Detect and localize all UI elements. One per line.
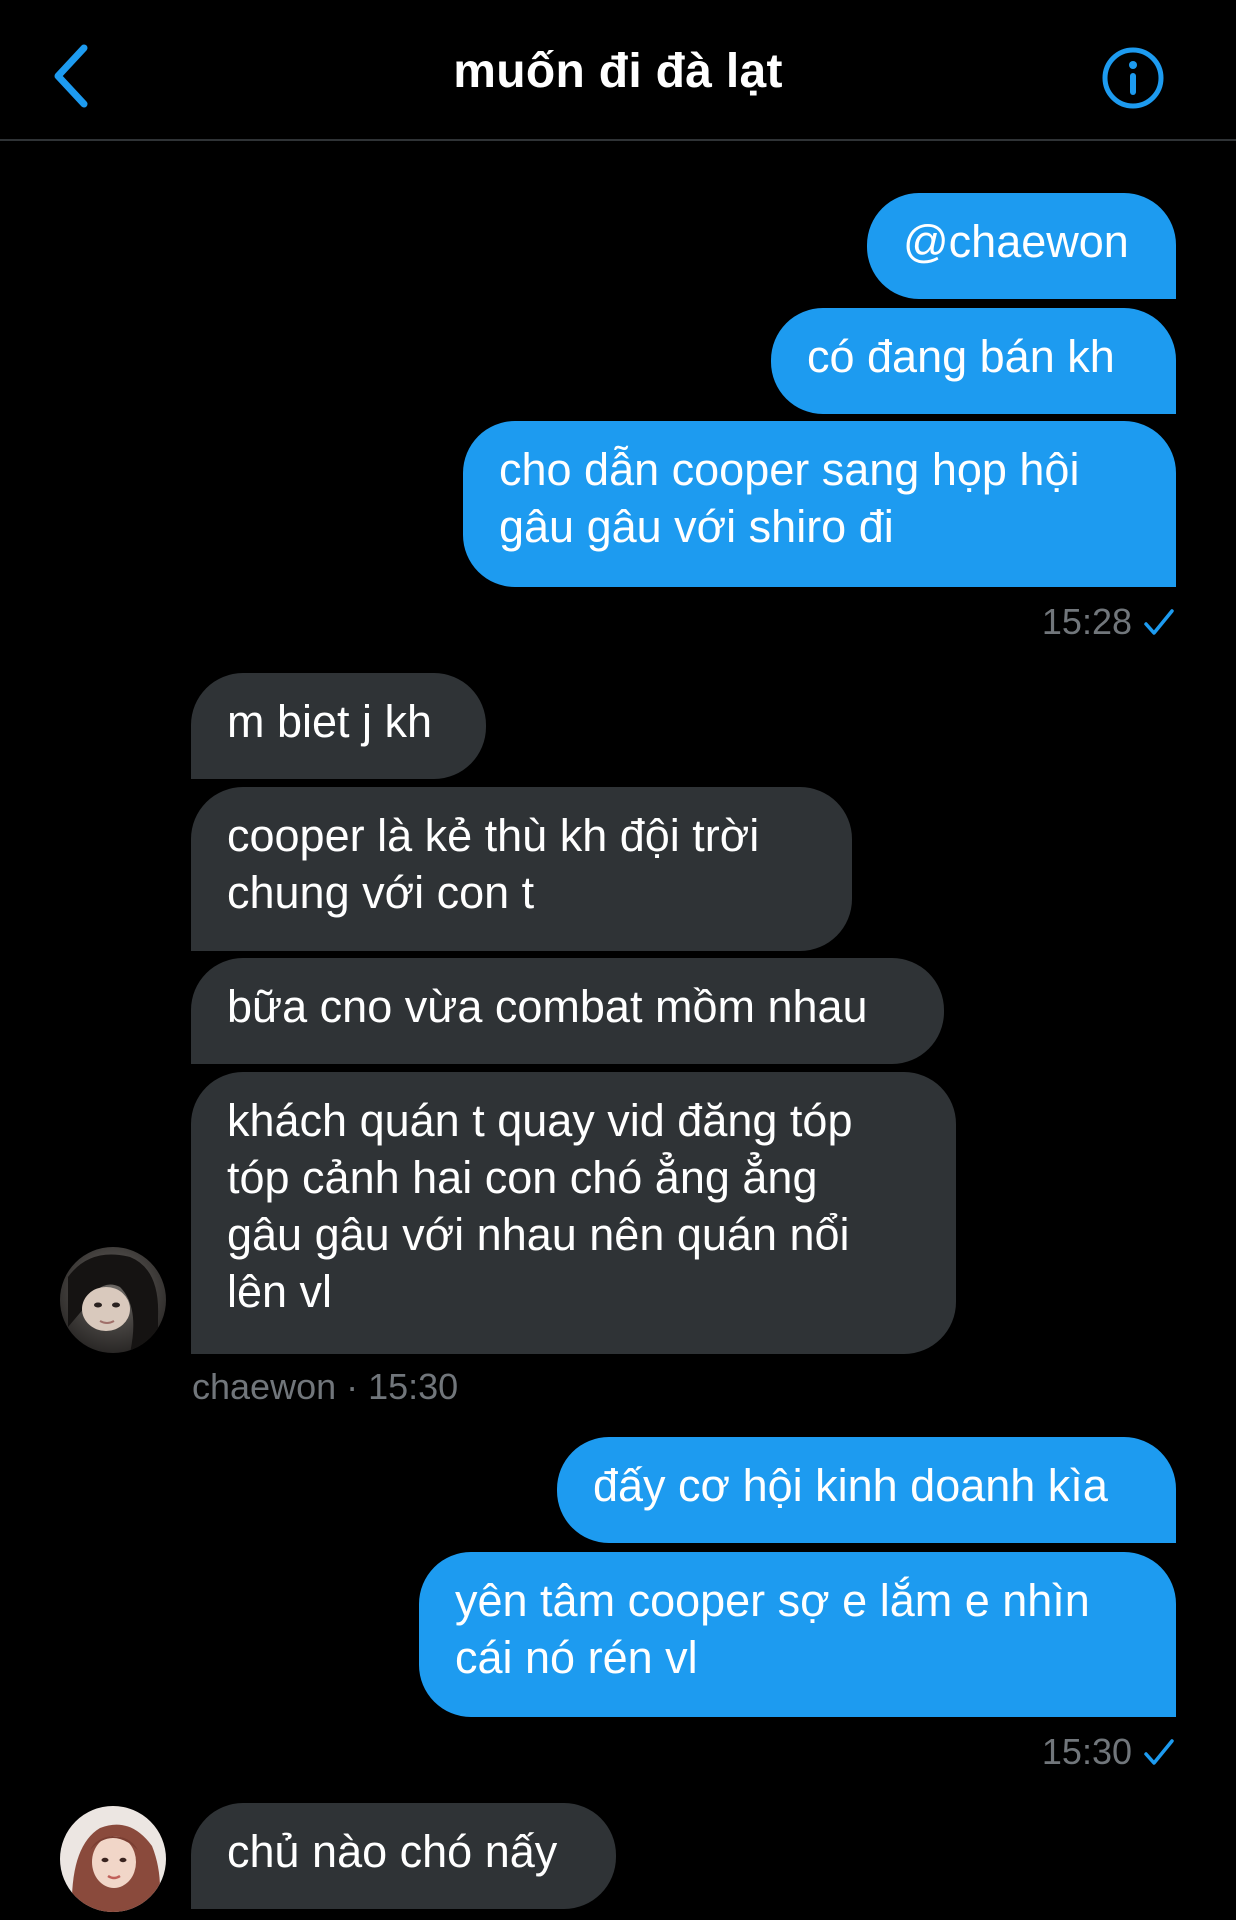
conversation-header: muốn đi đà lạt: [0, 0, 1236, 141]
message-bubble-incoming[interactable]: cooper là kẻ thù kh đội trời chung với c…: [191, 787, 852, 951]
message-bubble-incoming[interactable]: bữa cno vừa combat mồm nhau: [191, 958, 944, 1064]
message-bubble-outgoing[interactable]: có đang bán kh: [771, 308, 1176, 414]
message-bubble-outgoing[interactable]: cho dẫn cooper sang họp hội gâu gâu với …: [463, 421, 1176, 587]
avatar[interactable]: [60, 1247, 166, 1353]
info-circle-icon: [1102, 47, 1164, 109]
avatar-image: [60, 1806, 166, 1912]
conversation-title: muốn đi đà lạt: [453, 45, 783, 98]
message-timestamp: 15:28: [1042, 601, 1176, 643]
message-bubble-outgoing[interactable]: đấy cơ hội kinh doanh kìa: [557, 1437, 1176, 1543]
avatar-image: [60, 1247, 166, 1353]
timestamp-text: 15:30: [1041, 1731, 1132, 1772]
timestamp-text: 15:28: [1041, 601, 1132, 642]
message-bubble-incoming[interactable]: khách quán t quay vid đăng tóp tóp cảnh …: [191, 1072, 956, 1354]
message-bubble-incoming[interactable]: chủ nào chó nấy: [191, 1803, 616, 1909]
checkmark-icon: [1144, 1739, 1174, 1765]
checkmark-icon: [1144, 609, 1174, 635]
message-bubble-outgoing[interactable]: @chaewon: [867, 193, 1176, 299]
avatar[interactable]: [60, 1806, 166, 1912]
message-timestamp: 15:30: [1042, 1731, 1176, 1773]
message-bubble-outgoing[interactable]: yên tâm cooper sợ e lắm e nhìn cái nó ré…: [419, 1552, 1176, 1717]
message-bubble-incoming[interactable]: m biet j kh: [191, 673, 486, 779]
sender-timestamp: chaewon · 15:30: [192, 1366, 459, 1407]
info-button[interactable]: [1101, 46, 1165, 110]
